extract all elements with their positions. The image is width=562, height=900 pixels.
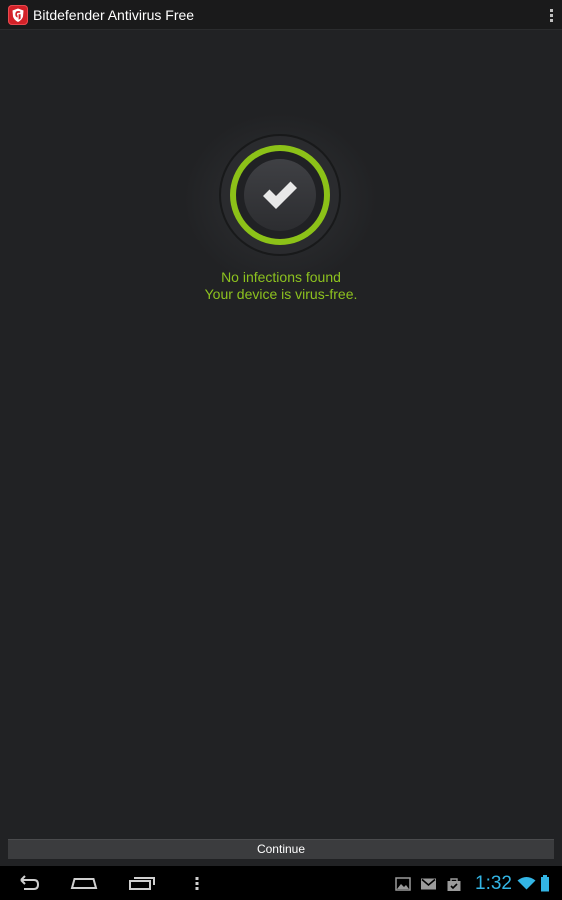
action-bar: Bitdefender Antivirus Free <box>0 0 562 30</box>
result-headline: No infections found <box>221 269 341 285</box>
system-navigation-bar: 1:32 <box>0 866 562 900</box>
gmail-icon[interactable] <box>420 877 437 896</box>
home-icon[interactable] <box>68 866 100 900</box>
app-title: Bitdefender Antivirus Free <box>33 7 195 23</box>
battery-icon[interactable] <box>540 875 550 897</box>
back-icon[interactable] <box>12 866 44 900</box>
gallery-icon[interactable] <box>395 877 411 896</box>
status-badge <box>221 136 339 254</box>
store-icon[interactable] <box>446 877 462 897</box>
scan-result-panel: No infections found Your device is virus… <box>0 30 562 838</box>
menu-dots-icon[interactable] <box>190 866 204 900</box>
bitdefender-shield-icon[interactable] <box>8 5 28 25</box>
status-ring <box>230 145 330 245</box>
recent-apps-icon[interactable] <box>126 866 158 900</box>
result-subtext: Your device is virus-free. <box>204 286 358 302</box>
continue-button[interactable]: Continue <box>8 839 554 859</box>
check-icon <box>263 181 297 209</box>
clock[interactable]: 1:32 <box>475 873 512 895</box>
wifi-icon[interactable] <box>517 876 536 895</box>
overflow-menu-icon[interactable] <box>548 7 556 23</box>
